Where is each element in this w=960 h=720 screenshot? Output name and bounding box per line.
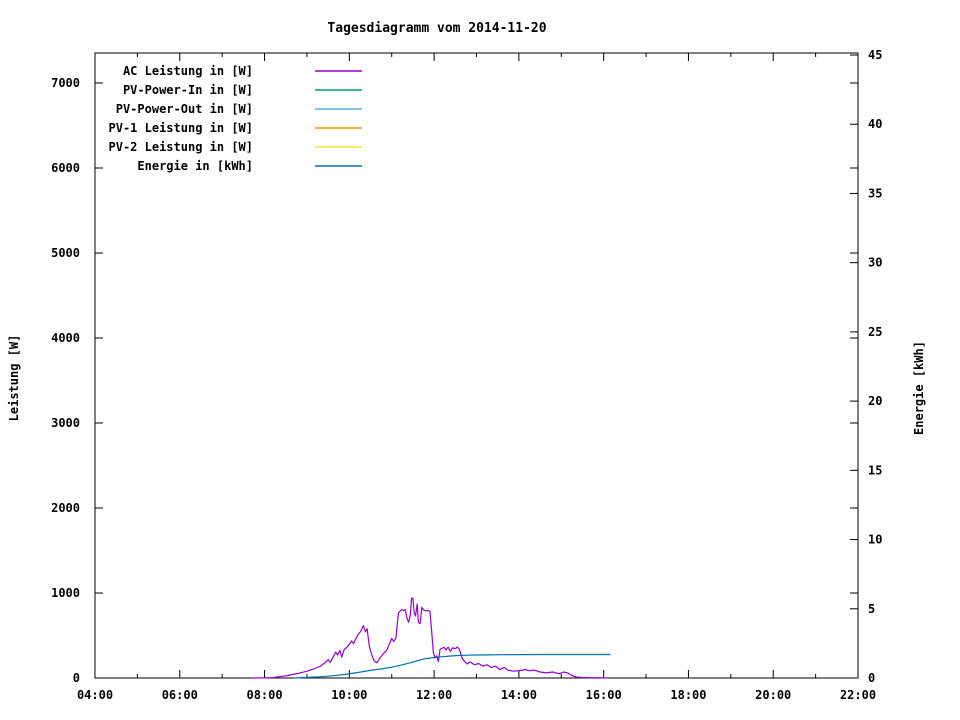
y-right-tick-label: 35 — [868, 186, 882, 200]
x-tick-label: 10:00 — [331, 688, 367, 702]
legend-label: AC Leistung in [W] — [123, 64, 253, 78]
x-tick-label: 06:00 — [162, 688, 198, 702]
y-right-tick-label: 10 — [868, 533, 882, 547]
x-tick-label: 12:00 — [416, 688, 452, 702]
y-right-tick-label: 15 — [868, 463, 882, 477]
plot-area: 04:00 06:00 08:00 10:00 12:00 14:00 16:00 18:00… — [51, 48, 882, 702]
y-left-tick-label: 2000 — [51, 501, 80, 515]
x-tick-label: 20:00 — [755, 688, 791, 702]
legend-label: PV-2 Leistung in [W] — [109, 140, 254, 154]
chart-title: Tagesdiagramm vom 2014-11-20 — [327, 21, 547, 36]
series-line-0 — [251, 597, 608, 679]
series-line-5 — [293, 653, 611, 679]
left-axis-title: Leistung [W] — [7, 334, 21, 422]
y-right-tick-label: 25 — [868, 325, 882, 339]
y-left-tick-label: 3000 — [51, 416, 80, 430]
x-tick-label: 14:00 — [501, 688, 537, 702]
x-tick-label: 18:00 — [670, 688, 706, 702]
y-right-tick-label: 20 — [868, 394, 882, 408]
y-left-tick-label: 7000 — [51, 76, 80, 90]
y-right-tick-label: 30 — [868, 256, 882, 270]
x-tick-label: 22:00 — [840, 688, 876, 702]
y-left-tick-label: 0 — [73, 671, 80, 685]
x-tick-label: 16:00 — [586, 688, 622, 702]
x-tick-label: 08:00 — [246, 688, 282, 702]
y-left-tick-label: 4000 — [51, 331, 80, 345]
y-right-tick-label: 0 — [868, 671, 875, 685]
chart-canvas: Tagesdiagramm vom 2014-11-20 Leistung [W… — [0, 0, 960, 720]
y-left-tick-label: 6000 — [51, 161, 80, 175]
legend-label: PV-Power-In in [W] — [123, 83, 253, 97]
legend-label: PV-1 Leistung in [W] — [109, 121, 254, 135]
y-right-tick-label: 45 — [868, 48, 882, 62]
y-left-tick-label: 5000 — [51, 246, 80, 260]
right-axis-title: Energie [kWh] — [912, 341, 926, 435]
y-left-tick-label: 1000 — [51, 586, 80, 600]
legend-label: PV-Power-Out in [W] — [116, 102, 253, 116]
y-right-tick-label: 5 — [868, 602, 875, 616]
legend-label: Energie in [kWh] — [137, 159, 253, 173]
x-tick-label: 04:00 — [77, 688, 113, 702]
y-right-tick-label: 40 — [868, 117, 882, 131]
